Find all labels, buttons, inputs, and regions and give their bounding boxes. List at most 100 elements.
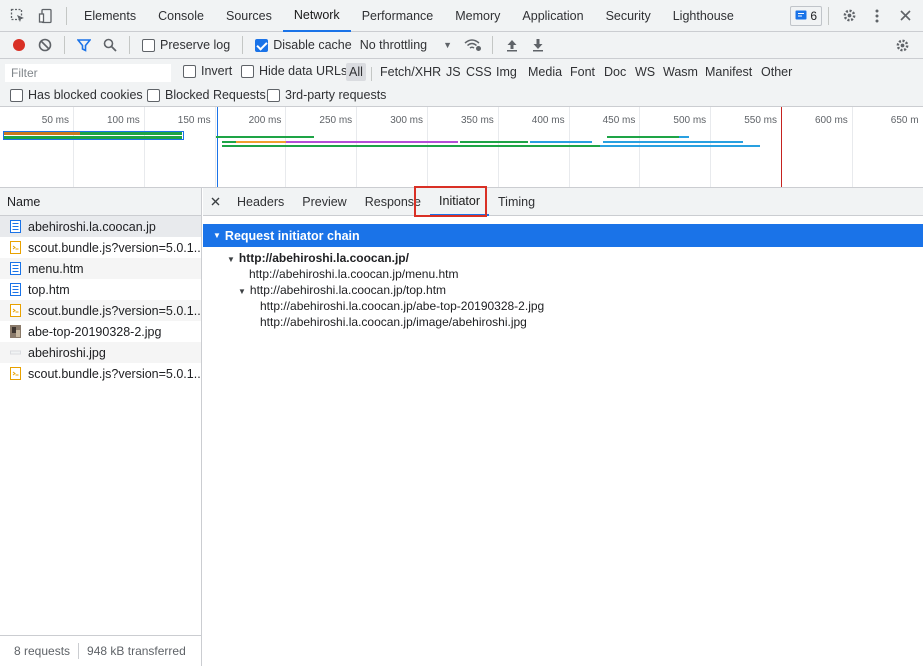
initiator-entry[interactable]: ▼ http://abehiroshi.la.coocan.jp/ [227,251,409,265]
invert-checkbox[interactable]: Invert [183,64,232,78]
device-toolbar-icon[interactable] [32,0,60,32]
timeline-tick-label: 250 ms [319,115,353,126]
type-filter-doc[interactable]: Doc [601,63,629,81]
settings-icon[interactable] [835,8,863,23]
clear-button[interactable] [32,32,58,58]
overview-bar [600,145,760,147]
overview-bar [80,132,182,135]
tab-memory[interactable]: Memory [444,0,511,32]
request-row[interactable]: scout.bundle.js?version=5.0.1... [0,363,201,384]
type-filter-fetch-xhr[interactable]: Fetch/XHR [377,63,444,81]
network-settings-button[interactable] [889,32,915,58]
issues-count: 6 [810,8,817,23]
checkbox-box[interactable] [10,88,23,102]
network-toolbar: Preserve log Disable cache No throttling… [0,32,923,59]
chevron-down-icon: ▼ [443,40,453,50]
request-row[interactable]: abe-top-20190328-2.jpg [0,321,201,342]
detail-tab-timing[interactable]: Timing [489,188,544,216]
initiator-url: http://abehiroshi.la.coocan.jp/ [238,251,409,265]
type-filter-css[interactable]: CSS [463,63,495,81]
timeline-tick-label: 100 ms [107,115,140,126]
checkbox-box[interactable] [147,88,160,102]
separator [828,6,829,25]
timeline-tick-label: 600 ms [815,115,848,126]
checkbox-box[interactable] [142,38,155,52]
timeline-gridline [497,107,499,187]
invert-label: Invert [201,64,233,78]
export-har-button[interactable] [525,32,551,58]
has-blocked-cookies-checkbox[interactable]: Has blocked cookies [10,88,143,102]
request-row[interactable]: menu.htm [0,258,201,279]
filter-button[interactable] [71,32,97,58]
devtools-tabbar: Elements Console Sources Network Performance… [0,0,923,32]
type-filter-img[interactable]: Img [493,63,520,81]
tab-elements[interactable]: Elements [73,0,147,32]
disable-cache-checkbox[interactable]: Disable cache [255,38,352,52]
search-button[interactable] [97,32,123,58]
separator [371,67,372,81]
import-har-button[interactable] [499,32,525,58]
request-row[interactable]: scout.bundle.js?version=5.0.1... [0,237,201,258]
tab-sources[interactable]: Sources [215,0,283,32]
close-icon[interactable] [891,10,919,21]
overview-bar [679,136,689,138]
third-party-checkbox[interactable]: 3rd-party requests [267,88,386,102]
throttling-select[interactable]: No throttling ▼ [360,38,452,52]
tab-security[interactable]: Security [595,0,662,32]
request-row[interactable]: abehiroshi.la.coocan.jp [0,216,201,237]
timeline-gridline [639,107,641,187]
timeline-tick-label: 450 ms [602,115,636,126]
checkbox-box[interactable] [241,64,254,78]
name-column-header[interactable]: Name [0,188,201,216]
request-name: scout.bundle.js?version=5.0.1... [28,303,201,318]
timeline-tick-label: 500 ms [673,115,707,126]
detail-tab-preview[interactable]: Preview [293,188,355,216]
tab-console[interactable]: Console [147,0,215,32]
inspect-element-icon[interactable] [4,0,32,32]
type-filter-js[interactable]: JS [443,63,464,81]
initiator-entry[interactable]: ▼ http://abehiroshi.la.coocan.jp/top.htm [238,283,446,297]
type-filter-manifest[interactable]: Manifest [702,63,755,81]
type-filter-media[interactable]: Media [525,63,565,81]
tab-application[interactable]: Application [511,0,594,32]
type-filter-wasm[interactable]: Wasm [660,63,701,81]
hide-data-urls-checkbox[interactable]: Hide data URLs [241,64,347,78]
issues-button[interactable]: 6 [790,5,822,26]
record-button[interactable] [6,32,32,58]
separator [66,6,67,25]
type-filter-all[interactable]: All [346,63,366,81]
request-list: Name abehiroshi.la.coocan.jp scout.bundle… [0,188,202,635]
detail-tab-headers[interactable]: Headers [228,188,293,216]
blocked-requests-checkbox[interactable]: Blocked Requests [147,88,266,102]
type-filter-font[interactable]: Font [567,63,598,81]
network-overview[interactable]: 50 ms 100 ms 150 ms 200 ms 250 ms 300 ms 350 m… [0,107,923,188]
more-options-icon[interactable] [863,9,891,23]
has-blocked-cookies-label: Has blocked cookies [28,88,143,102]
type-filter-other[interactable]: Other [758,63,795,81]
timeline-tick-label: 200 ms [248,115,282,126]
request-row[interactable]: abehiroshi.jpg [0,342,201,363]
filter-input[interactable]: Filter [5,64,171,82]
tab-performance[interactable]: Performance [351,0,445,32]
checkbox-box[interactable] [255,38,269,52]
throttling-value: No throttling [359,38,428,52]
overview-bar [222,141,236,143]
checkbox-box[interactable] [267,88,280,102]
triangle-down-icon[interactable]: ▼ [227,255,235,264]
checkbox-box[interactable] [183,64,196,78]
request-row[interactable]: scout.bundle.js?version=5.0.1... [0,300,201,321]
type-filter-ws[interactable]: WS [632,63,658,81]
preserve-log-checkbox[interactable]: Preserve log [142,38,230,52]
request-row[interactable]: top.htm [0,279,201,300]
tab-network[interactable]: Network [282,0,351,32]
triangle-down-icon[interactable]: ▼ [238,287,246,296]
timeline-tick-label: 400 ms [531,115,565,126]
initiator-chain-header[interactable]: ▼ Request initiator chain [203,224,923,247]
network-conditions-button[interactable] [460,32,486,58]
close-detail-button[interactable] [203,188,228,216]
separator [78,643,80,659]
request-name: menu.htm [28,261,84,276]
tab-lighthouse[interactable]: Lighthouse [662,0,745,32]
timeline-gridline [143,107,145,187]
request-name: top.htm [28,282,70,297]
